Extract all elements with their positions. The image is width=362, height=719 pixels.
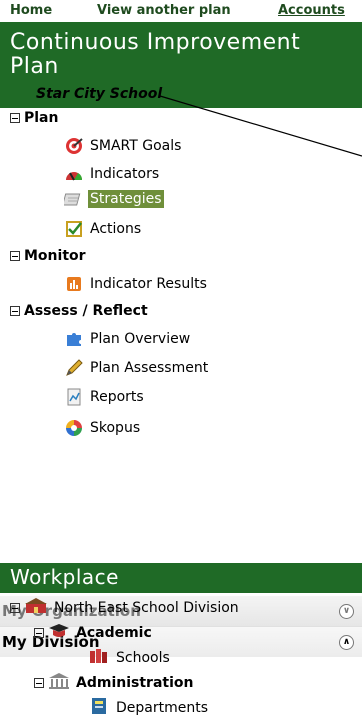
item-label: Reports	[90, 389, 144, 405]
view-another-plan-link[interactable]: View another plan	[97, 3, 231, 18]
checklist-icon	[64, 219, 84, 239]
item-smart-goals[interactable]: SMART Goals	[64, 136, 183, 156]
books-icon	[88, 647, 110, 669]
tree-label: Departments	[116, 700, 209, 716]
item-indicators[interactable]: Indicators	[64, 164, 161, 184]
item-strategies[interactable]: Strategies	[62, 189, 164, 209]
item-actions[interactable]: Actions	[64, 219, 143, 239]
plan-title-line1: Continuous Improvement	[10, 30, 301, 55]
tree-node[interactable]: Academic	[34, 622, 152, 644]
item-label: Plan Assessment	[90, 360, 209, 376]
item-label: Indicator Results	[90, 276, 207, 292]
cycle-icon	[64, 418, 84, 438]
accounts-link[interactable]: Accounts	[278, 3, 345, 18]
section-plan[interactable]: Plan	[10, 110, 58, 126]
collapse-icon[interactable]	[34, 678, 44, 688]
target-icon	[64, 136, 84, 156]
item-label: Strategies	[88, 190, 164, 208]
item-label: Indicators	[90, 166, 160, 182]
item-plan-assessment[interactable]: Plan Assessment	[64, 358, 210, 378]
plan-title-line2: Plan	[10, 54, 59, 79]
building-icon	[24, 597, 48, 619]
section-monitor[interactable]: Monitor	[10, 248, 86, 264]
puzzle-icon	[64, 329, 84, 349]
item-skopus[interactable]: Skopus	[64, 418, 142, 438]
item-label: Actions	[90, 221, 142, 237]
tree-node-root[interactable]: North East School Division	[10, 597, 239, 619]
tree-node[interactable]: Schools	[88, 647, 170, 669]
tree-label: Academic	[76, 625, 152, 641]
gauge-icon	[64, 164, 84, 184]
tree-label: Schools	[116, 650, 170, 666]
home-link[interactable]: Home	[10, 3, 52, 18]
item-reports[interactable]: Reports	[64, 387, 146, 407]
tree-label-root: North East School Division	[54, 600, 239, 616]
collapse-up-icon[interactable]: ∧	[339, 635, 354, 650]
report-icon	[64, 387, 84, 407]
tree-label: Administration	[76, 675, 194, 691]
results-icon	[64, 274, 84, 294]
columns-icon	[48, 672, 70, 694]
school-name: Star City School	[36, 86, 163, 102]
item-label: SMART Goals	[90, 138, 182, 154]
workplace-title: Workplace	[10, 565, 119, 589]
item-label: Plan Overview	[90, 331, 191, 347]
item-label: Skopus	[90, 420, 141, 436]
collapse-icon[interactable]	[10, 306, 20, 316]
pen-icon	[64, 358, 84, 378]
section-monitor-label: Monitor	[24, 248, 86, 264]
ledger-icon	[88, 697, 110, 719]
top-nav: Home View another plan Accounts	[0, 0, 362, 22]
notepad-icon	[62, 189, 84, 209]
tree-node[interactable]: Administration	[34, 672, 193, 694]
item-plan-overview[interactable]: Plan Overview	[64, 329, 192, 349]
item-indicator-results[interactable]: Indicator Results	[64, 274, 209, 294]
expand-icon[interactable]: ∨	[339, 604, 354, 619]
section-assess-reflect[interactable]: Assess / Reflect	[10, 303, 148, 319]
section-plan-label: Plan	[24, 110, 59, 126]
graduation-icon	[48, 622, 70, 644]
collapse-icon[interactable]	[34, 628, 44, 638]
tree-node[interactable]: Departments	[88, 697, 208, 719]
section-assess-label: Assess / Reflect	[24, 303, 148, 319]
collapse-icon[interactable]	[10, 113, 20, 123]
collapse-icon[interactable]	[10, 251, 20, 261]
collapse-icon[interactable]	[10, 603, 20, 613]
workplace-header: Workplace	[0, 563, 362, 593]
